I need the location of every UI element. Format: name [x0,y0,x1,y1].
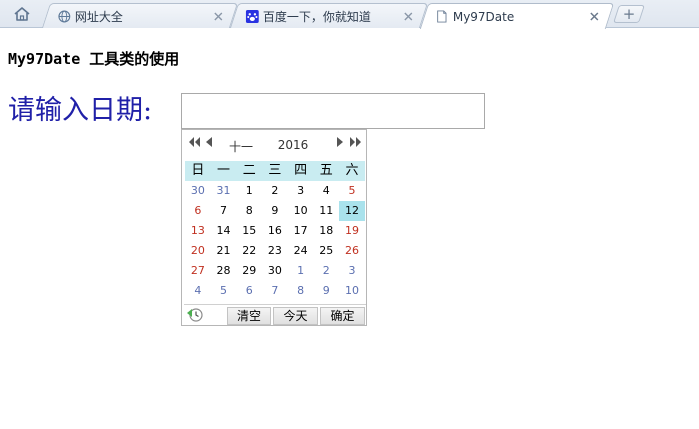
day-cell[interactable]: 7 [262,281,288,301]
day-cell[interactable]: 10 [288,201,314,221]
week-row: 27 28 29 30 1 2 3 [185,261,365,281]
day-cell[interactable]: 26 [339,241,365,261]
day-cell[interactable]: 18 [313,221,339,241]
prev-year-button[interactable] [188,136,200,148]
browser-tab-strip: 网址大全 百度一下，你就知道 My97Date + [0,0,699,29]
week-row: 6 7 8 9 10 11 12 [185,201,365,221]
page-icon [435,10,449,24]
day-cell[interactable]: 1 [236,181,262,201]
tab-title: 百度一下，你就知道 [262,9,371,24]
day-cell[interactable]: 27 [185,261,211,281]
day-cell[interactable]: 14 [211,221,237,241]
day-cell[interactable]: 16 [262,221,288,241]
day-cell[interactable]: 15 [236,221,262,241]
day-cell[interactable]: 20 [185,241,211,261]
day-cell[interactable]: 11 [313,201,339,221]
clock-time-icon[interactable] [186,307,204,323]
day-cell[interactable]: 23 [262,241,288,261]
weekday-label: 二 [242,163,256,178]
date-picker-popup: 十一 2016 日 一 二 三 四 五 六 30 31 1 2 3 4 5 6 [181,129,367,326]
date-input[interactable] [181,93,485,129]
day-cell[interactable]: 9 [313,281,339,301]
day-cell[interactable]: 3 [339,261,365,281]
day-cell[interactable]: 17 [288,221,314,241]
day-cell[interactable]: 30 [185,181,211,201]
calendar-footer: 清空 今天 确定 [184,304,366,325]
double-left-arrow-icon [188,137,200,147]
tab-title: 网址大全 [74,9,123,24]
week-row: 20 21 22 23 24 25 26 [185,241,365,261]
day-cell[interactable]: 5 [339,181,365,201]
day-cell[interactable]: 6 [185,201,211,221]
clear-button[interactable]: 清空 [227,307,271,325]
weekday-label: 日 [191,163,205,178]
day-cell[interactable]: 13 [185,221,211,241]
day-cell[interactable]: 4 [313,181,339,201]
right-arrow-icon [337,137,343,147]
weekday-header: 日 一 二 三 四 五 六 [185,161,365,181]
day-cell[interactable]: 30 [262,261,288,281]
close-icon[interactable] [401,9,415,23]
day-cell[interactable]: 6 [236,281,262,301]
home-button[interactable] [9,4,35,24]
globe-icon [57,9,71,23]
tab-baidu[interactable]: 百度一下，你就知道 [229,3,429,28]
weekday-label: 一 [217,163,231,178]
day-cell[interactable]: 2 [262,181,288,201]
close-icon[interactable] [587,10,601,24]
new-tab-button[interactable]: + [613,5,645,23]
day-cell[interactable]: 29 [236,261,262,281]
tab-wangzhi[interactable]: 网址大全 [41,3,239,28]
prev-month-button[interactable] [204,136,214,148]
calendar-nav: 十一 2016 [182,130,366,158]
day-cell[interactable]: 3 [288,181,314,201]
week-row: 30 31 1 2 3 4 5 [185,181,365,201]
weekday-label: 三 [268,163,282,178]
day-cell[interactable]: 5 [211,281,237,301]
day-cell[interactable]: 10 [339,281,365,301]
day-cell[interactable]: 4 [185,281,211,301]
home-icon [14,7,30,21]
day-cell[interactable]: 8 [288,281,314,301]
day-cell[interactable]: 21 [211,241,237,261]
week-row: 4 5 6 7 8 9 10 [185,281,365,301]
day-cell[interactable]: 9 [262,201,288,221]
next-month-button[interactable] [335,136,345,148]
date-input-label: 请输入日期: [8,95,153,126]
double-right-arrow-icon [349,137,361,147]
close-icon[interactable] [211,9,225,23]
day-cell[interactable]: 22 [236,241,262,261]
day-cell[interactable]: 1 [288,261,314,281]
week-row: 13 14 15 16 17 18 19 [185,221,365,241]
calendar-year[interactable]: 2016 [276,138,310,152]
weekday-label: 五 [319,163,333,178]
day-cell[interactable]: 7 [211,201,237,221]
day-cell[interactable]: 25 [313,241,339,261]
next-year-button[interactable] [349,136,361,148]
day-cell[interactable]: 19 [339,221,365,241]
ok-button[interactable]: 确定 [320,307,365,325]
page-heading: My97Date 工具类的使用 [8,50,180,68]
baidu-paw-icon [245,9,259,23]
plus-icon: + [622,4,636,23]
tab-my97date[interactable]: My97Date [419,3,615,29]
day-cell-selected[interactable]: 12 [339,201,365,221]
today-button[interactable]: 今天 [273,307,318,325]
day-cell[interactable]: 2 [313,261,339,281]
day-cell[interactable]: 8 [236,201,262,221]
tab-title: My97Date [452,9,515,24]
weekday-label: 六 [345,163,359,178]
weekday-label: 四 [294,163,308,178]
day-cell[interactable]: 24 [288,241,314,261]
calendar-month[interactable]: 十一 [226,138,256,155]
left-arrow-icon [206,137,212,147]
calendar-grid: 日 一 二 三 四 五 六 30 31 1 2 3 4 5 6 7 8 9 10… [185,161,365,301]
day-cell[interactable]: 28 [211,261,237,281]
day-cell[interactable]: 31 [211,181,237,201]
